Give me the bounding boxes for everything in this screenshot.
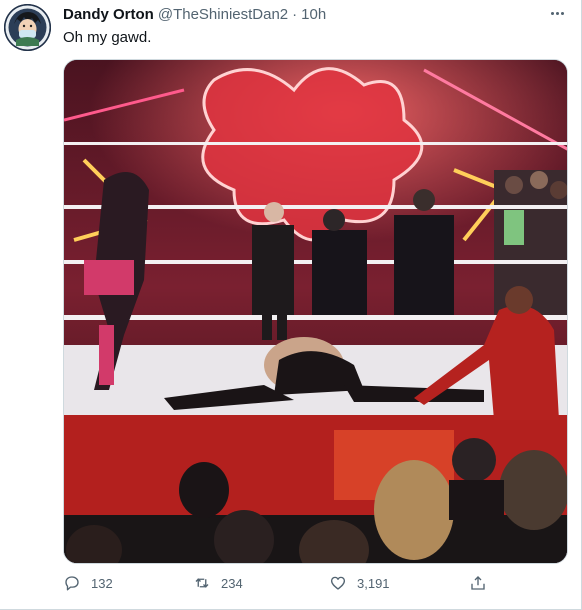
tweet-media-image[interactable] [63,59,568,564]
tweet-text: Oh my gawd. [63,29,152,46]
tweet-actions-bar: 132 234 3,191 [63,574,503,596]
retweet-button[interactable]: 234 [193,574,243,592]
display-name[interactable]: Dandy Orton [63,6,154,23]
reply-button[interactable]: 132 [63,574,113,592]
tweet-card[interactable]: Dandy Orton @TheShiniestDan2 · 10h Oh my… [0,0,582,610]
tweet-header: Dandy Orton @TheShiniestDan2 · 10h [63,6,561,26]
retweet-icon [195,578,209,588]
reply-count: 132 [91,575,113,591]
avatar-image [4,4,51,51]
like-button[interactable]: 3,191 [329,574,390,592]
more-options-icon[interactable] [545,4,569,22]
retweet-count: 234 [221,575,243,591]
wrestling-ring-photo [64,60,567,563]
reply-icon [65,576,79,591]
avatar[interactable] [4,4,51,51]
separator-dot: · [292,6,298,23]
share-button[interactable] [469,574,487,592]
user-handle[interactable]: @TheShiniestDan2 [158,6,288,23]
like-count: 3,191 [357,575,390,591]
share-icon [471,576,485,590]
timestamp[interactable]: 10h [301,6,326,23]
heart-icon [330,576,346,590]
